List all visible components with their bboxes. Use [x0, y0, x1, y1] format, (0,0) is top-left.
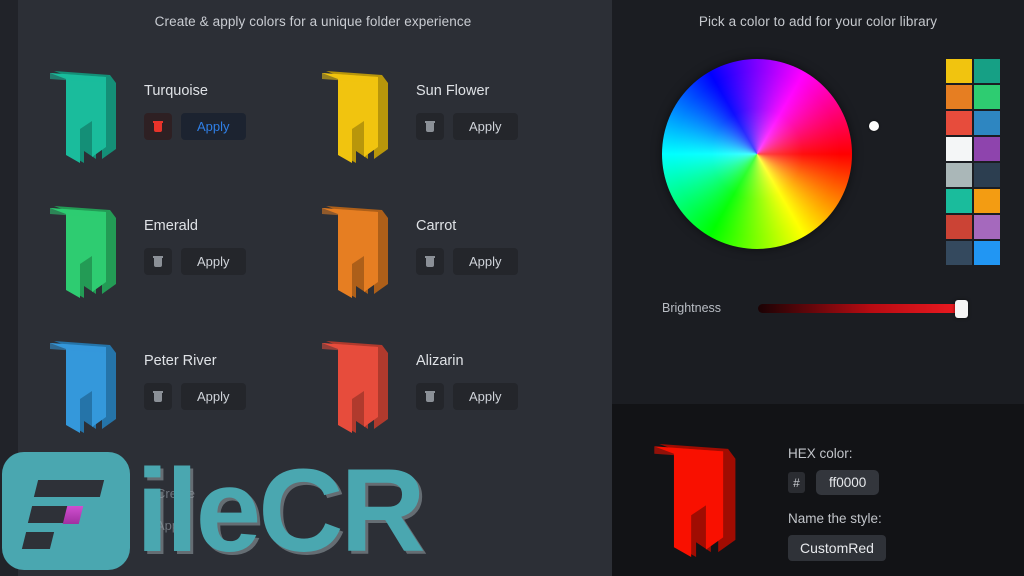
delete-folder-button[interactable]: [416, 383, 444, 410]
trash-icon: [153, 391, 163, 402]
folder-icon-wrap[interactable]: [40, 198, 136, 306]
trash-icon: [425, 256, 435, 267]
style-name-label: Name the style:: [788, 511, 882, 526]
hex-color-input[interactable]: ff0000: [816, 470, 880, 495]
folder-name: Turquoise: [144, 83, 208, 99]
background-text-line1: Create: [156, 486, 196, 501]
right-panel-heading: Pick a color to add for your color libra…: [698, 14, 938, 29]
new-color-form: HEX color: # ff0000 Name the style: Cust…: [612, 404, 1024, 576]
color-swatch[interactable]: [946, 111, 972, 135]
apply-color-button[interactable]: Apply: [181, 248, 246, 275]
hash-prefix-icon: #: [788, 472, 805, 493]
folder-name: Peter River: [144, 353, 217, 369]
apply-color-button[interactable]: Apply: [453, 383, 518, 410]
color-swatch[interactable]: [974, 59, 1000, 83]
color-swatch[interactable]: [974, 85, 1000, 109]
folder-actions: Apply: [144, 248, 246, 275]
delete-folder-button[interactable]: [416, 248, 444, 275]
folder-item: Turquoise Apply: [40, 63, 312, 198]
color-swatch[interactable]: [974, 215, 1000, 239]
folder-actions: Apply: [144, 113, 246, 140]
folder-item: Peter River Apply: [40, 333, 312, 468]
folder-name: Emerald: [144, 218, 198, 234]
brightness-slider-thumb[interactable]: [955, 299, 968, 318]
folder-meta: Turquoise Apply: [144, 63, 246, 140]
color-swatch[interactable]: [946, 189, 972, 213]
folder-icon: [322, 206, 388, 298]
hex-input-row: # ff0000: [788, 470, 886, 495]
style-name-input[interactable]: CustomRed: [788, 535, 886, 561]
folder-meta: Alizarin Apply: [416, 333, 518, 410]
background-text-line2: Apply: [156, 518, 189, 533]
folder-icon: [50, 341, 116, 433]
color-swatch[interactable]: [974, 111, 1000, 135]
color-swatch[interactable]: [946, 85, 972, 109]
folder-item: Emerald Apply: [40, 198, 312, 333]
color-swatch[interactable]: [974, 163, 1000, 187]
folder-meta: Carrot Apply: [416, 198, 518, 275]
color-swatch[interactable]: [946, 163, 972, 187]
delete-folder-button[interactable]: [416, 113, 444, 140]
folder-icon-wrap[interactable]: [40, 333, 136, 441]
folder-icon-wrap[interactable]: [312, 63, 408, 171]
folder-icon: [50, 71, 116, 163]
folder-icon: [50, 206, 116, 298]
folder-item: Sun Flower Apply: [312, 63, 584, 198]
color-swatch[interactable]: [946, 137, 972, 161]
trash-icon: [425, 121, 435, 132]
folder-name: Sun Flower: [416, 83, 490, 99]
folder-icon: [322, 341, 388, 433]
app-window: Create & apply colors for a unique folde…: [0, 0, 1024, 576]
color-swatch[interactable]: [946, 215, 972, 239]
background-text: Create Apply: [156, 486, 195, 550]
folder-actions: Apply: [416, 113, 518, 140]
color-swatch[interactable]: [974, 137, 1000, 161]
folder-icon-wrap[interactable]: [40, 63, 136, 171]
color-swatch[interactable]: [946, 59, 972, 83]
apply-color-button[interactable]: Apply: [453, 248, 518, 275]
hex-color-label: HEX color:: [788, 446, 853, 461]
picker-area: [612, 53, 1024, 293]
folder-icon-wrap[interactable]: [312, 333, 408, 441]
trash-icon: [153, 256, 163, 267]
folder-icon: [322, 71, 388, 163]
picker-top-section: Pick a color to add for your color libra…: [612, 0, 1024, 404]
color-wheel[interactable]: [662, 59, 879, 249]
delete-folder-button[interactable]: [144, 248, 172, 275]
folder-meta: Emerald Apply: [144, 198, 246, 275]
left-panel-heading: Create & apply colors for a unique folde…: [154, 14, 472, 29]
folder-icon-wrap[interactable]: [312, 198, 408, 306]
preview-folder-icon: [642, 426, 778, 576]
folder-name: Carrot: [416, 218, 457, 234]
folder-item: Carrot Apply: [312, 198, 584, 333]
form-fields: HEX color: # ff0000 Name the style: Cust…: [788, 426, 886, 576]
apply-color-button[interactable]: Apply: [181, 113, 246, 140]
folder-grid: Turquoise Apply Sun Flower Apply Emerald…: [0, 63, 612, 468]
brightness-label: Brightness: [662, 301, 722, 315]
delete-folder-button[interactable]: [144, 113, 172, 140]
folder-actions: Apply: [416, 383, 518, 410]
folder-icon: [654, 443, 736, 558]
brightness-slider[interactable]: [758, 299, 968, 318]
swatch-grid: [946, 59, 1000, 265]
brightness-row: Brightness: [612, 299, 1024, 318]
folder-actions: Apply: [416, 248, 518, 275]
color-swatch[interactable]: [974, 241, 1000, 265]
folder-item: Alizarin Apply: [312, 333, 584, 468]
trash-icon: [153, 121, 163, 132]
color-picker-panel: Pick a color to add for your color libra…: [612, 0, 1024, 576]
apply-color-button[interactable]: Apply: [453, 113, 518, 140]
color-wheel-cursor[interactable]: [869, 121, 879, 131]
color-swatch[interactable]: [946, 241, 972, 265]
apply-color-button[interactable]: Apply: [181, 383, 246, 410]
folder-actions: Apply: [144, 383, 246, 410]
color-swatch[interactable]: [974, 189, 1000, 213]
delete-folder-button[interactable]: [144, 383, 172, 410]
folder-meta: Peter River Apply: [144, 333, 246, 410]
folder-library-panel: Create & apply colors for a unique folde…: [0, 0, 612, 576]
trash-icon: [425, 391, 435, 402]
folder-meta: Sun Flower Apply: [416, 63, 518, 140]
folder-name: Alizarin: [416, 353, 464, 369]
